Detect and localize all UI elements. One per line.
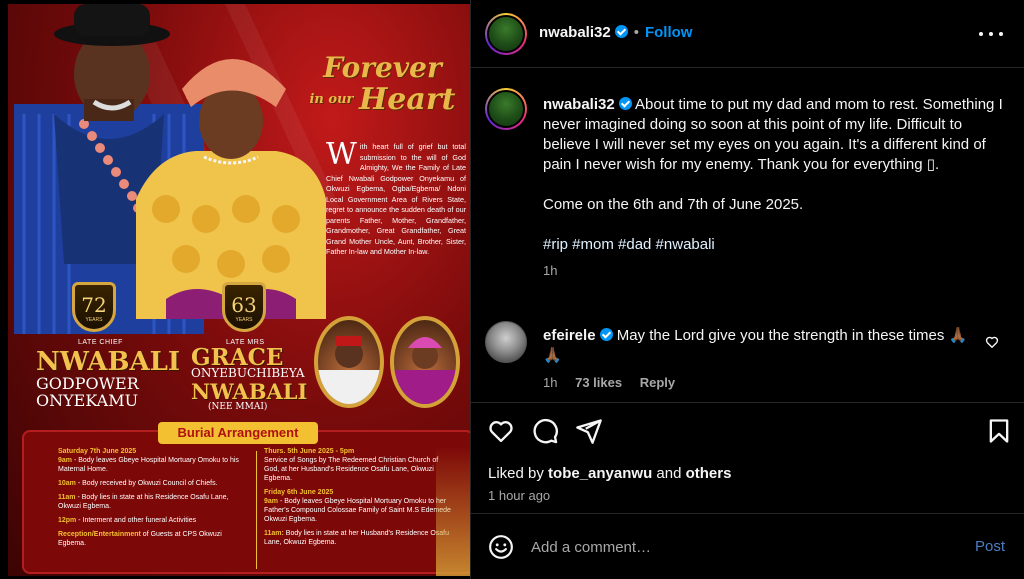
event-time: Reception/Entertainment [58,531,141,538]
liked-by-mid: and [652,465,686,482]
father-framed-photo [314,316,384,408]
post-header: nwabali32 • Follow [471,0,1024,68]
verified-badge-icon [614,25,628,38]
comment-likes[interactable]: 73 likes [575,375,622,390]
post-comment-button[interactable]: Post [975,538,1005,555]
liked-by-line: Liked by tobe_anyanwu and others [488,465,731,482]
event-time: 9am [264,498,279,505]
caption-avatar[interactable] [485,88,527,130]
header-user-line: nwabali32 • Follow [539,24,692,41]
caption-date-line: Come on the 6th and 7th of June 2025. [543,196,804,213]
mother-years-label: YEARS [235,317,253,323]
more-options-icon[interactable] [979,24,1003,44]
father-late-label: LATE CHIEF [78,339,123,346]
schedule-divider [256,451,257,569]
emoji-icon[interactable] [488,534,514,560]
mother-nee: (NEE MMAI) [208,402,268,412]
liked-by-prefix: Liked by [488,465,549,482]
father-age: 72 [81,293,107,317]
event-time: 10am [58,480,76,487]
separator-dot: • [633,24,639,41]
event-time: 11am: [264,530,284,537]
caption-username[interactable]: nwabali32 [543,96,615,113]
event-text: - Body leaves Gbeye Hospital Mortuary Om… [58,457,239,473]
forever-in-our-heart-title: Forever in our Heart [300,51,465,118]
right-day-2: Friday 6th June 2025 [264,489,334,496]
comment-username[interactable]: efeirele [543,327,596,344]
event-time: 9am [58,457,73,464]
post-details-panel: nwabali32 • Follow nwabali32 About time to… [470,0,1024,579]
father-years-label: YEARS [85,317,103,323]
comment-time: 1h [543,375,558,390]
comment-item: efeirele May the Lord give you the stren… [485,321,1015,396]
right-schedule: Thurs. 5th June 2025 - 5pm Service of So… [264,447,454,547]
mother-age: 63 [231,293,257,317]
follow-button[interactable]: Follow [645,24,693,41]
event-time: 11am [58,494,76,501]
event-text: Body lies in state at her Husband's Resi… [264,530,450,546]
left-day: Saturday 7th June 2025 [58,448,137,455]
heart-text: Heart [358,82,456,117]
left-schedule: Saturday 7th June 2025 9am - Body leaves… [58,447,248,548]
in-our-text: in our [309,92,354,107]
event-text: - Interment and other funeral Activities [76,517,197,524]
avatar-image [487,90,525,128]
mother-photo [136,59,326,319]
mother-age-badge: 63 YEARS [222,282,266,332]
dropcap: W [326,137,357,172]
liked-by-others[interactable]: others [686,465,732,482]
mother-framed-photo [390,316,460,408]
reply-button[interactable]: Reply [640,375,675,390]
father-portrait-icon [318,336,380,404]
author-avatar[interactable] [485,13,527,55]
save-bookmark-icon[interactable] [985,417,1013,445]
caption-time: 1h [543,263,558,278]
event-text: - Body leaves Gbeye Hospital Mortuary Om… [264,498,451,523]
caption-hashtags[interactable]: #rip #mom #dad #nwabali [543,235,1008,255]
announcement-text: W ith heart full of grief but total subm… [326,137,466,258]
post-time: 1 hour ago [488,488,551,503]
verified-badge-icon [599,328,613,341]
burial-arrangement-title: Burial Arrangement [158,422,318,444]
event-text: - Body lies in state at his Residence Os… [58,494,229,510]
funeral-poster-image[interactable]: Forever in our Heart W ith heart full of… [8,4,470,576]
avatar-image [487,15,525,53]
right-day-1: Thurs. 5th June 2025 - 5pm [264,448,355,455]
forever-text: Forever [323,51,442,84]
header-username[interactable]: nwabali32 [539,24,611,41]
verified-badge-icon [618,97,632,110]
post-image-frame: Forever in our Heart W ith heart full of… [0,0,470,579]
liked-by-user[interactable]: tobe_anyanwu [548,465,652,482]
like-heart-icon[interactable] [487,417,515,445]
event-time: 12pm [58,517,77,524]
father-name-3: ONYEKAMU [36,391,139,410]
mother-portrait-icon [394,337,456,404]
event-text: Service of Songs by The Redeemed Christi… [264,457,439,482]
comment-meta: 1h 73 likes Reply [543,373,983,393]
gold-corner-decoration [436,446,470,576]
commenter-avatar[interactable] [485,321,527,363]
father-name-1: NWABALI [36,347,181,377]
avatar-image [485,321,527,363]
mother-name-3: NWABALI [191,379,308,404]
share-paper-plane-icon[interactable] [575,417,603,445]
comment-like-heart-icon[interactable] [985,335,999,349]
father-age-badge: 72 YEARS [72,282,116,332]
comment-bubble-icon[interactable] [531,417,559,445]
add-comment-row: Post [471,513,1024,579]
caption-text-block: nwabali32 About time to put my dad and m… [543,95,1008,281]
mother-name-2: ONYEBUCHIBEYA [191,366,305,380]
event-text: - Body received by Okwuzi Council of Chi… [75,480,218,487]
comment-text-block: efeirele May the Lord give you the stren… [543,326,983,393]
add-comment-input[interactable] [531,534,951,560]
